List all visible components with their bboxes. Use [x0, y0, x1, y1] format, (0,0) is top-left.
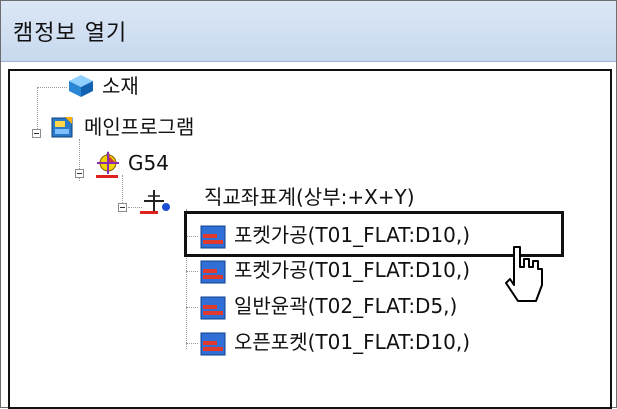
tree-label: G54	[128, 151, 169, 175]
mouse-pointer-icon	[505, 246, 543, 302]
title-bar: 캠정보 열기	[1, 1, 616, 62]
tree-label: 포켓가공(T01_FLAT:D10,)	[234, 258, 471, 282]
tree-line	[186, 271, 198, 272]
program-icon	[51, 117, 73, 138]
cam-info-window: 캠정보 열기 소재 메인프로그램 G54 직교좌표계(상부:+X+Y) 포켓가공…	[0, 0, 617, 409]
tree-label: 소재	[102, 74, 139, 98]
origin-axis-icon	[96, 151, 119, 178]
tree-label: 오픈포켓(T01_FLAT:D10,)	[234, 330, 471, 354]
tree-line	[37, 87, 38, 133]
toolpath-icon	[200, 296, 226, 320]
tree-label: 직교좌표계(상부:+X+Y)	[204, 185, 415, 209]
tree-line	[186, 343, 198, 344]
coordinate-axis-icon	[140, 190, 170, 214]
collapse-toggle[interactable]	[32, 129, 41, 138]
tree-label: 일반윤곽(T02_FLAT:D5,)	[234, 294, 458, 318]
toolpath-icon	[200, 260, 226, 284]
blue-cube-icon	[69, 75, 93, 97]
window-title: 캠정보 열기	[13, 21, 128, 46]
tree-label: 메인프로그램	[84, 115, 195, 139]
collapse-toggle[interactable]	[118, 203, 127, 212]
collapse-toggle[interactable]	[75, 169, 84, 178]
tree-line	[186, 307, 198, 308]
tree-line	[37, 87, 67, 88]
toolpath-icon	[200, 332, 226, 356]
